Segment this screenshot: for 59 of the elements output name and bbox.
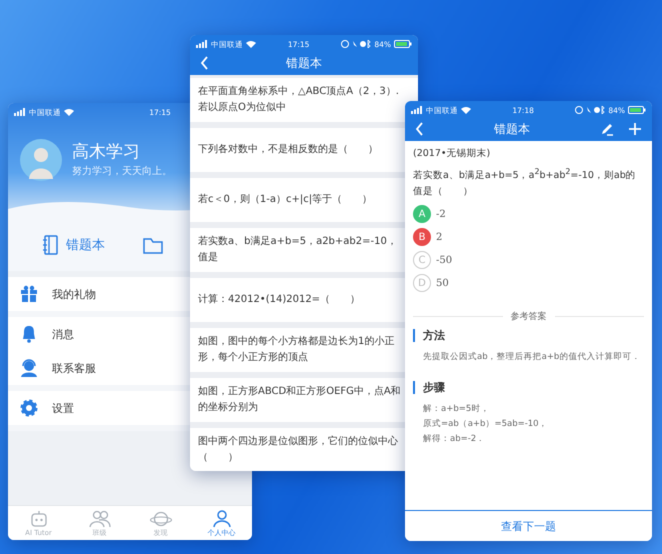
person-icon bbox=[210, 509, 232, 528]
headset-person-icon bbox=[20, 359, 38, 377]
answer-option[interactable]: B 2 bbox=[413, 228, 644, 246]
answer-heading: 参考答案 bbox=[502, 311, 554, 324]
menu-item[interactable]: 设置 bbox=[8, 391, 190, 425]
question-item[interactable]: 如图，正方形ABCD和正方形OEFG中，点A和 的坐标分别为 bbox=[190, 378, 405, 422]
back-icon bbox=[200, 56, 209, 70]
answer-option[interactable]: A -2 bbox=[413, 205, 644, 224]
option-letter: C bbox=[413, 251, 431, 270]
question-item[interactable]: 若c＜0，则（1-a）c+|c|等于（ ） bbox=[190, 178, 405, 222]
avatar-icon bbox=[20, 139, 62, 181]
screen-title: 错题本 bbox=[494, 120, 530, 138]
question-item[interactable]: 在平面直角坐标系中，△ABC顶点A（2，3）. 若以原点O为位似中 bbox=[190, 78, 418, 122]
answer-option[interactable]: C -50 bbox=[413, 251, 644, 270]
notebook-icon bbox=[42, 235, 58, 255]
section-heading: 方法 bbox=[413, 329, 644, 342]
question-item[interactable]: 计算：42012•(14)2012=（ ） bbox=[190, 278, 405, 322]
question-source: (2017•无锡期末) bbox=[413, 147, 492, 161]
pencil-icon bbox=[600, 122, 614, 136]
option-letter: B bbox=[413, 228, 431, 246]
plus-icon bbox=[628, 122, 642, 136]
question-item[interactable]: 如图，图中的每个小方格都是边长为1的小正 形，每个小正方形的顶点 bbox=[190, 328, 405, 372]
user-name: 高木学习 bbox=[72, 142, 141, 162]
bell-icon bbox=[20, 325, 38, 343]
signal-icon bbox=[14, 108, 26, 116]
battery-icon bbox=[394, 40, 412, 48]
menu-item[interactable]: 消息 bbox=[8, 317, 190, 351]
wifi-icon bbox=[461, 106, 471, 114]
menu-item[interactable]: 联系客服 bbox=[8, 351, 190, 385]
screen-title: 错题本 bbox=[286, 54, 322, 72]
section-text: 解得：ab=-2． bbox=[422, 433, 486, 446]
option-letter: A bbox=[413, 205, 431, 224]
question-item[interactable]: 若实数a、b满足a+b=5，a2b+ab2=-10， 值是 bbox=[190, 228, 405, 272]
menu-item[interactable]: 我的礼物 bbox=[8, 277, 190, 311]
folder-icon bbox=[143, 236, 163, 254]
planet-icon bbox=[150, 509, 172, 528]
section-text: 原式=ab（a+b）=5ab=-10， bbox=[422, 418, 549, 432]
settings-icon bbox=[20, 399, 38, 417]
question-text: 若实数a、b满足a+b=5，a$^{2}$b+ab$^{2}$=-10，则ab的值是（ ） bbox=[413, 166, 637, 200]
wifi-icon bbox=[64, 108, 74, 116]
question-item[interactable]: 图中两个四边形是位似图形，它们的位似中心 （ ） bbox=[190, 428, 405, 471]
answer-option[interactable]: D 50 bbox=[413, 274, 644, 292]
question-item[interactable]: 下列各对数中，不是相反数的是（ ） bbox=[190, 128, 405, 172]
status-icons bbox=[341, 40, 372, 48]
next-question-button[interactable]: 查看下一题 bbox=[405, 510, 652, 541]
user-motto: 努力学习，天天向上。 bbox=[72, 164, 172, 178]
section-text: 先提取公因式ab，整理后再把a+b的值代入计算即可． bbox=[422, 351, 642, 364]
option-letter: D bbox=[413, 274, 431, 292]
people-icon bbox=[88, 509, 110, 528]
shortcut-button[interactable]: 错题本 bbox=[38, 231, 109, 259]
back-icon bbox=[415, 122, 424, 136]
section-text: 解：a+b=5时， bbox=[422, 403, 490, 416]
signal-icon bbox=[196, 40, 208, 48]
section-heading: 步骤 bbox=[413, 381, 644, 394]
wifi-icon bbox=[246, 40, 256, 48]
battery-icon bbox=[628, 106, 646, 114]
signal-icon bbox=[411, 106, 423, 114]
gift-icon bbox=[20, 285, 38, 303]
status-icons bbox=[575, 106, 606, 114]
